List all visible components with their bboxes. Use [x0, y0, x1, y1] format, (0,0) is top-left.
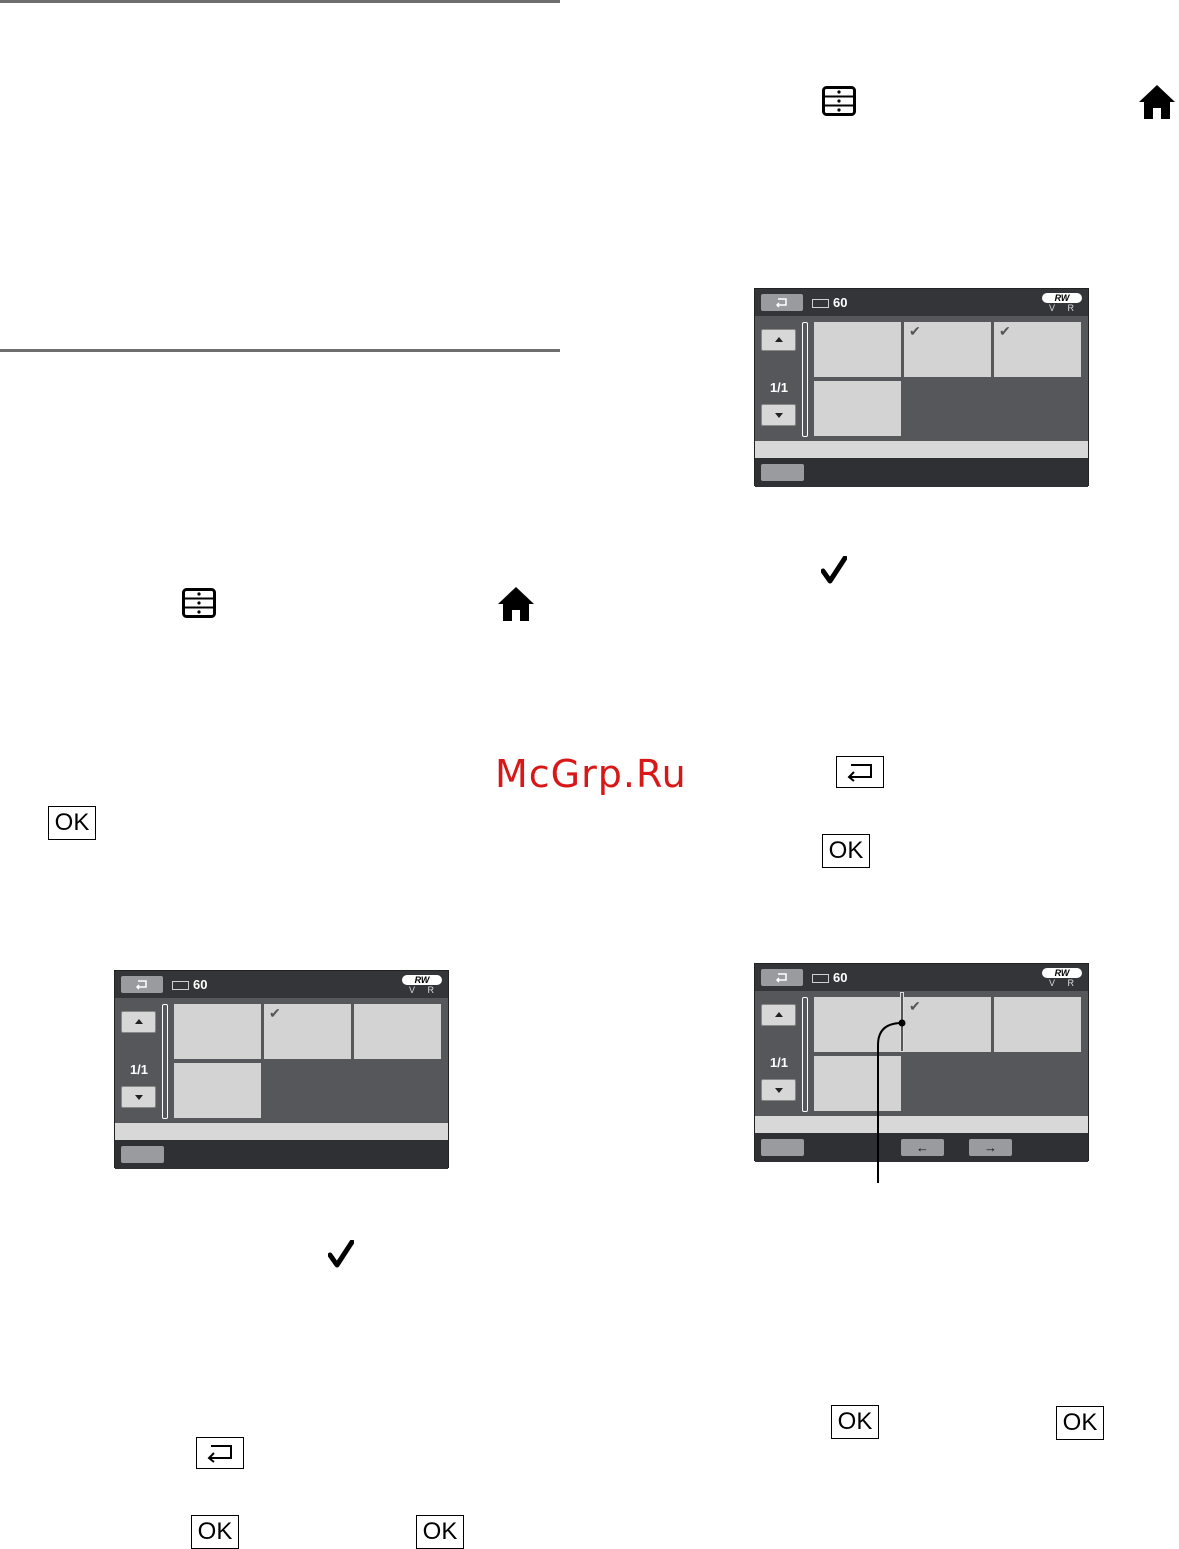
thumbnail[interactable]: [174, 1004, 261, 1059]
battery-remaining: 60: [833, 295, 848, 310]
page-down-button[interactable]: [761, 1079, 796, 1101]
page-down-button[interactable]: [761, 404, 796, 426]
check-icon: ✔: [269, 1005, 281, 1021]
battery-remaining: 60: [833, 970, 848, 985]
back-button[interactable]: [121, 976, 163, 993]
thumbnail[interactable]: ✔: [264, 1004, 351, 1059]
ok-button[interactable]: OK: [1056, 1406, 1104, 1440]
return-icon: [775, 298, 787, 308]
return-button[interactable]: [196, 1437, 244, 1469]
home-icon: [498, 587, 534, 621]
check-icon: ✔: [909, 323, 921, 339]
return-icon: [207, 1445, 232, 1463]
disc-manage-icon: [182, 588, 216, 618]
camcorder-screen-2: 60 RW V R 1/1 ✔ ✔: [754, 288, 1089, 487]
return-icon: [775, 973, 787, 983]
camcorder-screen-3: 60 RW V R 1/1 ✔ ← →: [754, 963, 1089, 1162]
battery-icon: [812, 299, 829, 308]
thumbnail[interactable]: [354, 1004, 441, 1059]
section-rule-top: [0, 0, 560, 3]
ok-button[interactable]: OK: [416, 1515, 464, 1549]
back-button[interactable]: [761, 294, 803, 311]
ok-button[interactable]: OK: [191, 1515, 239, 1549]
check-mark-icon: [821, 556, 847, 584]
execute-button[interactable]: [121, 1146, 164, 1163]
dvd-rw-logo: RW V R: [402, 975, 442, 995]
execute-button[interactable]: [761, 1139, 804, 1156]
return-button[interactable]: [836, 756, 884, 788]
thumbnail[interactable]: [174, 1063, 261, 1118]
page-up-button[interactable]: [121, 1011, 156, 1033]
page-up-button[interactable]: [761, 1004, 796, 1026]
disc-manage-icon: [822, 86, 856, 116]
page-up-button[interactable]: [761, 329, 796, 351]
back-button[interactable]: [761, 969, 803, 986]
move-right-button[interactable]: →: [969, 1139, 1012, 1156]
thumbnail[interactable]: [814, 381, 901, 436]
page-indicator: 1/1: [129, 1062, 149, 1077]
check-icon: ✔: [909, 998, 921, 1014]
ok-button[interactable]: OK: [822, 834, 870, 868]
scrollbar[interactable]: [802, 997, 808, 1112]
execute-button[interactable]: [761, 464, 804, 481]
battery-icon: [172, 981, 189, 990]
scrollbar[interactable]: [162, 1004, 168, 1119]
check-icon: ✔: [999, 323, 1011, 339]
thumbnail[interactable]: ✔: [904, 997, 991, 1052]
section-rule-middle: [0, 349, 560, 352]
return-icon: [135, 980, 147, 990]
home-icon: [1139, 85, 1175, 119]
thumbnail[interactable]: ✔: [994, 322, 1081, 377]
callout-line: [877, 1019, 906, 1183]
dvd-rw-logo: RW V R: [1042, 293, 1082, 313]
battery-remaining: 60: [193, 977, 208, 992]
ok-button[interactable]: OK: [831, 1405, 879, 1439]
return-icon: [847, 764, 872, 782]
thumbnail[interactable]: [814, 322, 901, 377]
page-down-button[interactable]: [121, 1086, 156, 1108]
camcorder-screen-1: 60 RW V R 1/1 ✔: [114, 970, 449, 1169]
thumbnail[interactable]: [994, 997, 1081, 1052]
page-indicator: 1/1: [769, 380, 789, 395]
thumbnail[interactable]: ✔: [904, 322, 991, 377]
check-mark-icon: [328, 1240, 354, 1268]
page-indicator: 1/1: [769, 1055, 789, 1070]
battery-icon: [812, 974, 829, 983]
ok-button[interactable]: OK: [48, 806, 96, 840]
watermark: McGrp.Ru: [495, 752, 687, 796]
dvd-rw-logo: RW V R: [1042, 968, 1082, 988]
scrollbar[interactable]: [802, 322, 808, 437]
